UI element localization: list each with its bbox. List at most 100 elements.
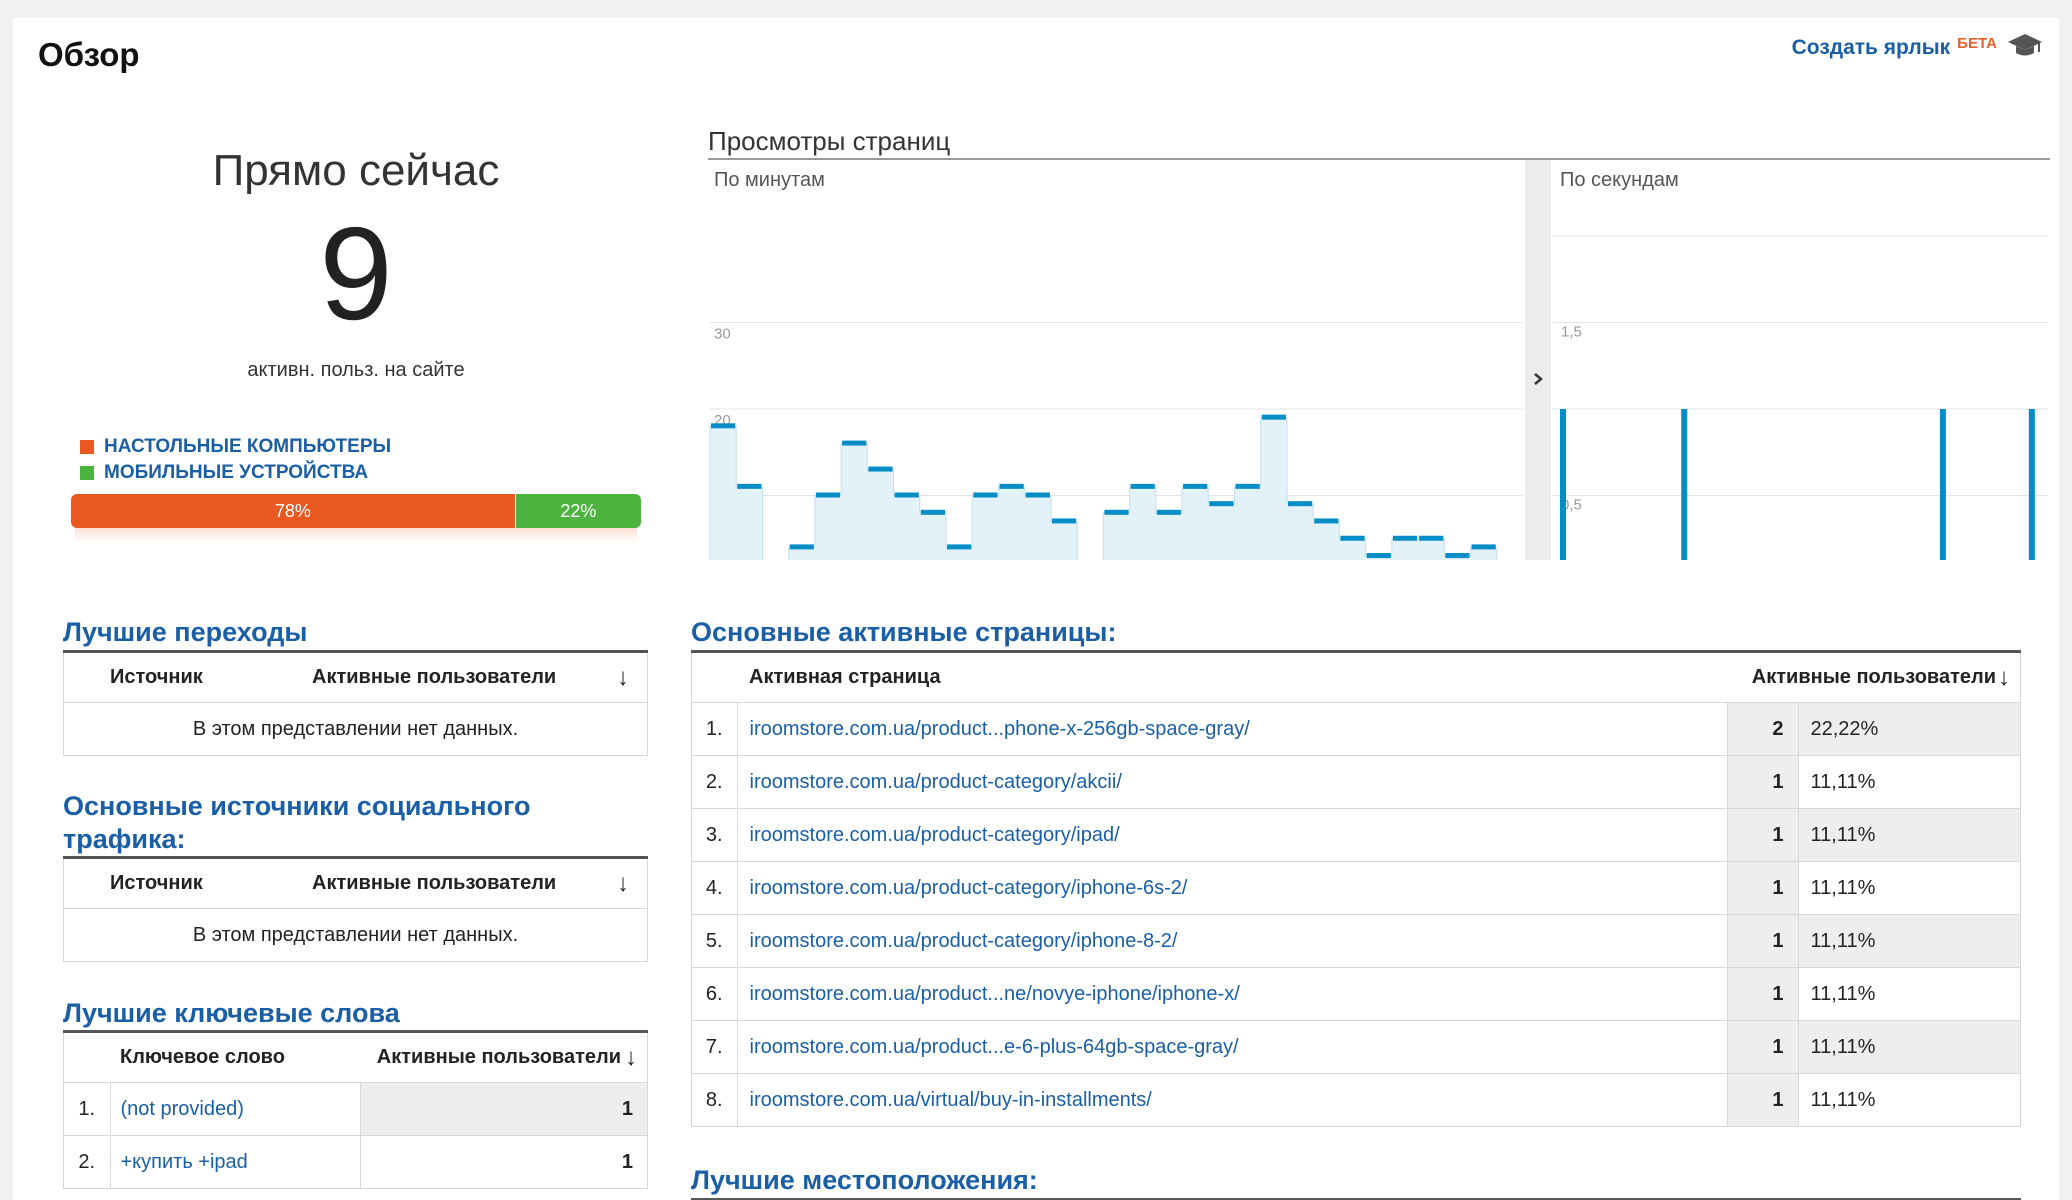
page-link[interactable]: iroomstore.com.ua/product...ne/novye-iph…: [736, 967, 1728, 1021]
sort-down-arrow-icon[interactable]: ↓: [1998, 653, 2021, 703]
col-active-users-label: Активные пользователи: [376, 1046, 621, 1068]
second-bar: [1939, 409, 1946, 582]
right-now-title: Прямо сейчас: [212, 146, 500, 195]
table-row: 2. +купить +ipad 1: [63, 1135, 648, 1189]
desktop-share-segment: 78%: [71, 494, 515, 528]
page-link[interactable]: iroomstore.com.ua/product-category/akcii…: [736, 755, 1728, 809]
minute-bar: [1287, 501, 1313, 507]
create-shortcut[interactable]: Создать ярлык БЕТА: [1792, 35, 1997, 60]
col-active-users-header[interactable]: Активные пользователи: [310, 653, 617, 703]
minute-bar: [920, 509, 946, 515]
table-row: 1. (not provided) 1: [63, 1082, 648, 1136]
graduation-cap-icon[interactable]: [2007, 30, 2043, 60]
minute-bar: [1104, 509, 1129, 515]
table-header-row: Источник Активные пользователи ↓: [63, 859, 648, 909]
page-users: 1: [1726, 808, 1799, 862]
create-shortcut-link[interactable]: Создать ярлык: [1792, 36, 1951, 60]
minute-bar: [894, 492, 919, 498]
minute-bar: [711, 423, 736, 429]
top-pages-title: Основные активные страницы:: [691, 617, 1117, 647]
sort-down-arrow-icon[interactable]: ↓: [625, 1033, 648, 1083]
col-index-header: [63, 1033, 110, 1083]
row-index: 2.: [691, 755, 738, 809]
pageviews-chart-svg: По минутам По секундам 302010 – 26 мин.–…: [708, 160, 2050, 583]
page-link[interactable]: iroomstore.com.ua/product...e-6-plus-64g…: [736, 1020, 1728, 1074]
row-index: 1.: [691, 702, 738, 756]
col-active-users-header[interactable]: Активные пользователи: [1727, 653, 1998, 703]
table-header-row: Источник Активные пользователи ↓: [63, 653, 648, 703]
page-users: 1: [1726, 914, 1799, 968]
col-index-header: [691, 653, 737, 703]
table-row: 7. iroomstore.com.ua/product...e-6-plus-6…: [691, 1020, 2021, 1074]
keyword-link[interactable]: (not provided): [109, 1082, 361, 1136]
page-title: Обзор: [38, 36, 140, 73]
page-percent: 22,22%: [1797, 702, 2021, 756]
page-users: 1: [1726, 755, 1799, 809]
minute-bar: [842, 440, 867, 446]
device-share-bar: 78% 22%: [71, 494, 641, 528]
table-header-row: Активная страница Активные пользователи …: [691, 653, 2021, 703]
social-sources-title: Основные источники социального трафика:: [63, 790, 530, 856]
legend-mobile-label: МОБИЛЬНЫЕ УСТРОЙСТВА: [104, 462, 369, 483]
minute-bar: [1235, 483, 1260, 489]
pageviews-chart: По минутам По секундам 302010 – 26 мин.–…: [708, 160, 2050, 583]
page-percent: 11,11%: [1797, 1073, 2021, 1127]
legend-mobile: МОБИЛЬНЫЕ УСТРОЙСТВА: [80, 462, 368, 484]
row-index: 1.: [63, 1082, 111, 1136]
page-link[interactable]: iroomstore.com.ua/product-category/ipad/: [736, 808, 1728, 862]
col-keyword-header[interactable]: Ключевое слово: [110, 1033, 360, 1083]
sort-down-arrow-icon[interactable]: ↓: [617, 653, 648, 703]
table-row: 4. iroomstore.com.ua/product-category/iph…: [691, 861, 2021, 915]
page-users: 1: [1726, 967, 1799, 1021]
page-users: 1: [1726, 1020, 1799, 1074]
sort-down-arrow-icon[interactable]: ↓: [617, 859, 648, 909]
col-active-users-label: Активные пользователи: [1751, 666, 1996, 688]
second-bar: [1681, 409, 1688, 582]
row-index: 5.: [691, 914, 738, 968]
second-bar: [1560, 409, 1566, 582]
keyword-link[interactable]: +купить +ipad: [109, 1135, 361, 1189]
table-row: В этом представлении нет данных.: [63, 908, 648, 962]
social-title-line1: Основные источники социального: [63, 791, 531, 821]
col-active-users-header[interactable]: Активные пользователи: [360, 1033, 625, 1083]
table-row: 1. iroomstore.com.ua/product...phone-x-25…: [691, 702, 2021, 756]
pageviews-title: Просмотры страниц: [708, 126, 951, 156]
row-index: 3.: [691, 808, 738, 862]
col-active-users-label: Активные пользователи: [312, 872, 557, 894]
page-percent: 11,11%: [1797, 755, 2021, 809]
minute-bar: [1183, 483, 1208, 489]
minute-bar: [1261, 414, 1286, 420]
col-source-header[interactable]: Источник: [63, 859, 310, 909]
col-active-users-header[interactable]: Активные пользователи: [310, 859, 617, 909]
minute-bar: [1156, 509, 1182, 515]
page-link[interactable]: iroomstore.com.ua/virtual/buy-in-install…: [736, 1073, 1728, 1127]
page-users: 2: [1726, 702, 1799, 756]
page-users: 1: [1726, 1073, 1799, 1127]
minute-bar: [815, 492, 841, 498]
row-index: 2.: [63, 1135, 111, 1189]
minute-bar: [999, 483, 1024, 489]
page-percent: 11,11%: [1797, 914, 2021, 968]
keyword-users: 1: [359, 1135, 648, 1189]
minutes-panel-label: По минутам: [714, 169, 825, 191]
minute-bar: [1445, 553, 1470, 559]
desktop-swatch: [80, 440, 94, 454]
y-tick-label: 30: [714, 326, 731, 343]
table-header-row: Ключевое слово Активные пользователи ↓: [63, 1033, 648, 1083]
beta-badge: БЕТА: [1957, 35, 1997, 52]
minute-bar: [1366, 553, 1391, 559]
minute-bar: [1471, 544, 1496, 550]
table-row: 2. iroomstore.com.ua/product-category/akc…: [691, 755, 2021, 809]
table-row: 6. iroomstore.com.ua/product...ne/novye-i…: [691, 967, 2021, 1021]
page-link[interactable]: iroomstore.com.ua/product...phone-x-256g…: [736, 702, 1728, 756]
col-source-header[interactable]: Источник: [63, 653, 310, 703]
page-link[interactable]: iroomstore.com.ua/product-category/iphon…: [736, 861, 1728, 915]
minute-bar: [1419, 535, 1444, 541]
page-link[interactable]: iroomstore.com.ua/product-category/iphon…: [736, 914, 1728, 968]
second-bar: [2028, 409, 2035, 582]
overview-card: Обзор Создать ярлык БЕТА Прямо сейчас 9 …: [13, 18, 2059, 1200]
empty-message: В этом представлении нет данных.: [63, 702, 648, 756]
empty-message: В этом представлении нет данных.: [63, 908, 648, 962]
col-page-header[interactable]: Активная страница: [737, 653, 1727, 703]
page-percent: 11,11%: [1797, 808, 2021, 862]
